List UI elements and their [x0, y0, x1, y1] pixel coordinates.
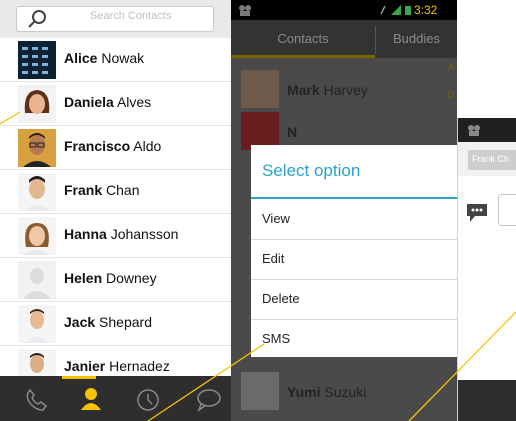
- placeholder-silhouette-icon: [18, 261, 56, 299]
- option-view[interactable]: View: [251, 199, 457, 240]
- option-edit[interactable]: Edit: [251, 239, 457, 280]
- contact-name: Janier Hernadez: [64, 358, 170, 374]
- dimmed-contact-name: Yumi Suzuki: [287, 384, 367, 400]
- dimmed-avatar: [241, 372, 279, 410]
- contact-name: Jack Shepard: [64, 314, 152, 330]
- phone-icon[interactable]: [24, 388, 48, 412]
- woman-photo-icon: [18, 85, 56, 123]
- contact-name: Francisco Aldo: [64, 138, 162, 154]
- app-status-icon: [239, 5, 251, 16]
- contact-row[interactable]: Alice Nowak: [0, 38, 231, 82]
- dimmed-contact-name: Mark Harvey: [287, 82, 368, 98]
- contact-row[interactable]: Frank Chan: [0, 170, 231, 214]
- man-photo-icon: [18, 173, 56, 211]
- dimmed-contact-row: Mark Harvey: [231, 68, 457, 111]
- contacts-icon[interactable]: [78, 386, 104, 412]
- message-input[interactable]: [498, 194, 516, 226]
- option-label: View: [262, 211, 290, 226]
- tab-contacts[interactable]: Contacts: [231, 20, 375, 58]
- dimmed-avatar: [241, 70, 279, 108]
- status-time: 3:32: [414, 3, 438, 17]
- signal-battery-icon: [380, 5, 411, 15]
- chat-bottom-bar: [458, 380, 516, 421]
- contact-name: Daniela Alves: [64, 94, 152, 110]
- tab-buddies[interactable]: Buddies: [376, 20, 457, 58]
- search-icon[interactable]: [27, 9, 49, 29]
- contact-row[interactable]: Francisco Aldo: [0, 126, 231, 170]
- chat-bubble-icon: [467, 204, 487, 222]
- chat-icon[interactable]: [196, 388, 222, 412]
- option-label: Delete: [262, 291, 300, 306]
- dimmed-contact-name: N: [287, 124, 298, 140]
- chat-screen: Frank Ch: [457, 118, 516, 421]
- contact-name: Frank Chan: [64, 182, 140, 198]
- contact-name: Alice Nowak: [64, 50, 145, 66]
- app-status-icon: [468, 125, 480, 136]
- dialog-title: Select option: [262, 161, 361, 180]
- man-shirt-photo-icon: [18, 305, 56, 343]
- option-label: SMS: [262, 331, 291, 346]
- contact-row[interactable]: Daniela Alves: [0, 82, 231, 126]
- contact-name: Helen Downey: [64, 270, 157, 286]
- contact-row[interactable]: Jack Shepard: [0, 302, 231, 346]
- contact-row[interactable]: Hanna Johansson: [0, 214, 231, 258]
- history-icon[interactable]: [136, 388, 160, 412]
- dimmed-contact-row: Yumi Suzuki: [231, 370, 457, 413]
- active-tab-indicator: [62, 376, 96, 379]
- contact-name: Hanna Johansson: [64, 226, 179, 242]
- woman-smiling-photo-icon: [18, 217, 56, 255]
- contact-row[interactable]: Helen Downey: [0, 258, 231, 302]
- keypad-photo-icon: [18, 41, 56, 79]
- option-label: Edit: [262, 251, 285, 266]
- option-sms[interactable]: SMS: [251, 319, 457, 359]
- select-option-screen: 3:32 Contacts Buddies A D Mark Harvey N …: [231, 0, 457, 421]
- select-option-dialog: Select option View Edit Delete SMS: [251, 145, 457, 357]
- man-glasses-photo-icon: [18, 129, 56, 167]
- contacts-screen: Search Contacts Alice Nowak Daniela Alve…: [0, 0, 231, 421]
- search-placeholder: Search Contacts: [90, 10, 172, 22]
- recipient-chip[interactable]: Frank Ch: [468, 150, 516, 170]
- option-delete[interactable]: Delete: [251, 279, 457, 320]
